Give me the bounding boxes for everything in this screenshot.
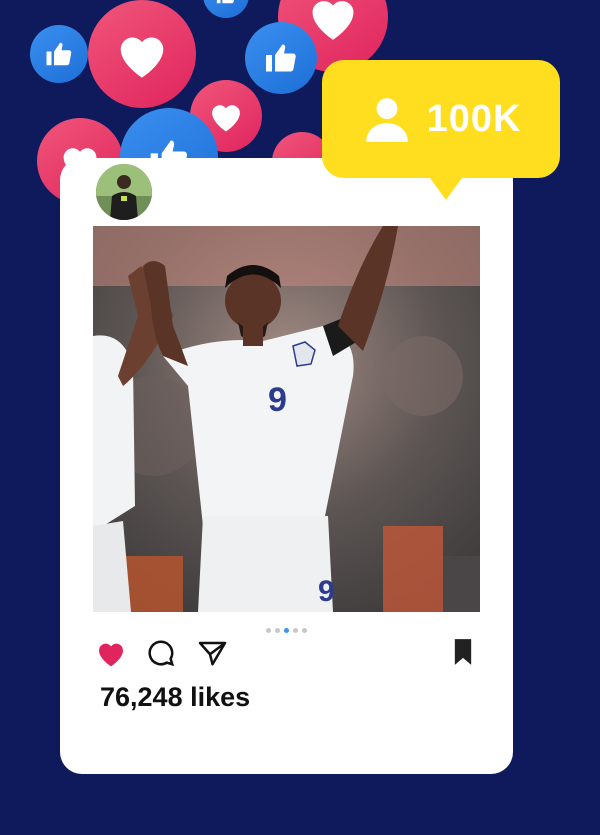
jersey-number: 9 — [268, 381, 287, 419]
heart-icon — [99, 643, 123, 667]
thumbs-up-icon — [266, 44, 296, 72]
post-photo[interactable]: 9 9 — [93, 226, 480, 612]
post-card: 9 9 76,248 likes — [60, 158, 513, 774]
thumbs-up-icon — [216, 0, 234, 4]
heart-bubble — [88, 0, 196, 108]
heart-icon — [212, 105, 240, 132]
thumbs-up-icon — [46, 42, 72, 66]
comment-icon — [148, 640, 175, 667]
send-icon — [198, 641, 227, 666]
likes-count: 76,248 likes — [100, 682, 251, 712]
bookmark-icon — [454, 639, 472, 665]
avatar[interactable] — [93, 161, 155, 223]
carousel-dot[interactable] — [275, 628, 280, 633]
carousel-indicator — [266, 628, 307, 633]
save-button[interactable] — [452, 638, 474, 666]
user-icon — [365, 98, 408, 142]
carousel-dot[interactable] — [266, 628, 271, 633]
thumbs-up-bubble — [30, 25, 88, 83]
heart-icon — [120, 37, 164, 78]
comment-button[interactable] — [146, 638, 176, 668]
shorts-number: 9 — [318, 575, 335, 608]
thumbs-up-bubble — [245, 22, 317, 94]
carousel-dot[interactable] — [302, 628, 307, 633]
carousel-dot-active[interactable] — [284, 628, 289, 633]
follower-count: 100K — [426, 97, 522, 140]
thumbs-up-bubble — [203, 0, 249, 18]
follower-count-badge: 100K — [322, 60, 560, 200]
like-button[interactable] — [95, 638, 127, 668]
heart-icon — [312, 1, 354, 40]
carousel-dot[interactable] — [293, 628, 298, 633]
share-button[interactable] — [197, 638, 228, 668]
